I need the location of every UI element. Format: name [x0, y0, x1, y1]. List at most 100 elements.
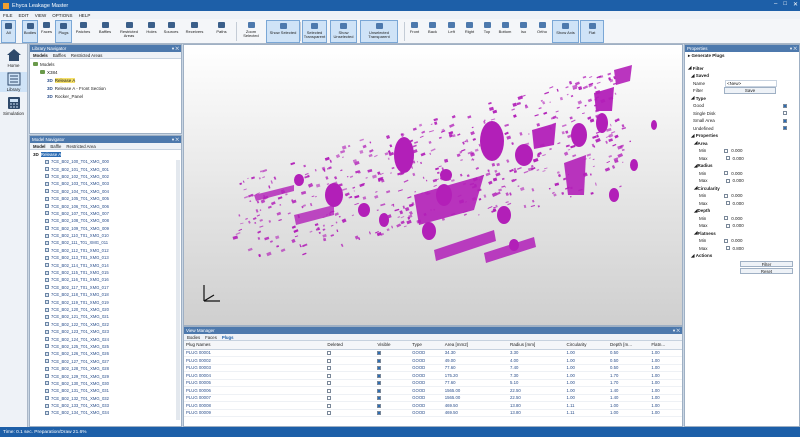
plug-fragment[interactable]: [532, 157, 539, 163]
plug-fragment[interactable]: [348, 196, 352, 199]
table-row[interactable]: PLUG 00008 GOOD 469.50 13.80 1.11 1.00 1.00: [184, 401, 682, 410]
plug-fragment[interactable]: [606, 160, 611, 164]
plug-shape[interactable]: [509, 239, 519, 251]
plug-fragment[interactable]: [513, 114, 517, 118]
plug-fragment[interactable]: [496, 162, 500, 167]
plug-fragment[interactable]: [556, 88, 559, 92]
plug-fragment[interactable]: [276, 211, 282, 216]
plug-fragment[interactable]: [251, 176, 255, 180]
plug-fragment[interactable]: [277, 196, 283, 200]
all-button[interactable]: All: [1, 20, 16, 43]
plug-fragment[interactable]: [436, 171, 440, 175]
menu-file[interactable]: FILE: [3, 13, 13, 18]
max-value[interactable]: 0.000: [733, 178, 744, 183]
plug-fragment[interactable]: [409, 210, 413, 216]
plug-fragment[interactable]: [238, 228, 243, 232]
bottom-button[interactable]: Bottom: [496, 20, 514, 43]
type-checkbox[interactable]: [783, 103, 787, 108]
plug-shape[interactable]: [515, 144, 533, 166]
model-tree-item[interactable]: 7CE_B02_126_T01_XMG_026: [30, 350, 181, 357]
plug-fragment[interactable]: [280, 248, 286, 253]
table-cell[interactable]: [375, 386, 411, 395]
plug-fragment[interactable]: [509, 168, 514, 173]
plug-fragment[interactable]: [373, 154, 378, 158]
plug-fragment[interactable]: [530, 204, 536, 208]
min-checkbox[interactable]: [724, 171, 729, 176]
saved-section[interactable]: ◢ Saved: [685, 72, 799, 80]
plugs-button[interactable]: Plugs: [55, 20, 72, 43]
plug-fragment[interactable]: [385, 190, 391, 194]
plug-fragment[interactable]: [542, 170, 546, 172]
visible-checkbox[interactable]: [377, 396, 382, 401]
tab-restricted-area[interactable]: Restricted Area: [66, 144, 95, 149]
plug-fragment[interactable]: [549, 147, 552, 151]
plug-fragment[interactable]: [266, 251, 272, 257]
table-cell[interactable]: [325, 401, 376, 410]
plug-fragment[interactable]: [451, 115, 456, 119]
model-tree-item[interactable]: 7CE_B02_111_T01_XMG_011: [30, 239, 181, 246]
plug-fragment[interactable]: [519, 131, 523, 136]
plug-fragment[interactable]: [590, 192, 594, 195]
column-header[interactable]: Type: [410, 341, 443, 350]
filter-button[interactable]: Filter: [740, 260, 793, 267]
reset-button[interactable]: Reset: [740, 267, 793, 274]
plug-fragment[interactable]: [403, 179, 409, 183]
plug-fragment[interactable]: [372, 174, 377, 179]
plug-shape[interactable]: [594, 87, 614, 111]
plug-fragment[interactable]: [362, 196, 367, 200]
plug-fragment[interactable]: [389, 144, 393, 148]
plug-fragment[interactable]: [474, 148, 479, 152]
library-tree-item[interactable]: X384: [30, 68, 181, 76]
plug-fragment[interactable]: [338, 215, 341, 218]
plug-fragment[interactable]: [268, 185, 271, 189]
plug-fragment[interactable]: [314, 169, 317, 172]
plug-fragment[interactable]: [397, 216, 401, 219]
table-cell[interactable]: [375, 394, 411, 402]
plug-fragment[interactable]: [342, 156, 344, 158]
model-tree-item[interactable]: 7CE_B02_120_T01_XMG_020: [30, 306, 181, 313]
max-value[interactable]: 0.800: [733, 246, 744, 251]
property-group[interactable]: ◢ Flatness: [685, 230, 799, 238]
model-tree-item[interactable]: 7CE_B02_114_T01_XMG_014: [30, 261, 181, 268]
plug-fragment[interactable]: [248, 220, 251, 224]
sources-button[interactable]: Sources: [161, 20, 181, 43]
plug-fragment[interactable]: [617, 145, 623, 150]
plug-fragment[interactable]: [619, 185, 622, 188]
property-group[interactable]: ◢ Circularity: [685, 185, 799, 193]
plug-fragment[interactable]: [315, 183, 321, 188]
plug-shape[interactable]: [254, 185, 294, 201]
plug-fragment[interactable]: [537, 205, 540, 208]
plug-fragment[interactable]: [414, 191, 417, 193]
table-cell[interactable]: [375, 349, 411, 357]
plug-fragment[interactable]: [570, 144, 576, 149]
plug-fragment[interactable]: [467, 115, 472, 119]
min-checkbox[interactable]: [724, 148, 729, 153]
plug-shape[interactable]: [440, 169, 452, 181]
sidebar-simulation[interactable]: Simulation: [0, 96, 27, 116]
table-cell[interactable]: [325, 379, 376, 387]
plug-fragment[interactable]: [294, 235, 299, 238]
model-tree-item[interactable]: 7CE_B02_132_T01_XMG_032: [30, 395, 181, 402]
plug-fragment[interactable]: [330, 224, 334, 227]
top-button[interactable]: Top: [479, 20, 495, 43]
plug-fragment[interactable]: [419, 135, 424, 138]
visible-checkbox[interactable]: [377, 351, 382, 356]
plug-fragment[interactable]: [577, 100, 583, 105]
plug-fragment[interactable]: [268, 220, 272, 223]
plug-fragment[interactable]: [267, 205, 272, 209]
back-button[interactable]: Back: [424, 20, 441, 43]
plug-fragment[interactable]: [548, 187, 551, 190]
plug-fragment[interactable]: [452, 134, 456, 138]
plug-fragment[interactable]: [478, 197, 482, 201]
column-header[interactable]: Plug Names: [184, 341, 326, 350]
deleted-checkbox[interactable]: [327, 358, 332, 363]
plug-fragment[interactable]: [279, 203, 282, 206]
plug-fragment[interactable]: [260, 199, 266, 204]
model-tree-item[interactable]: 7CE_B02_112_T01_XMG_012: [30, 247, 181, 254]
plug-fragment[interactable]: [596, 81, 601, 84]
plug-fragment[interactable]: [243, 188, 247, 191]
plug-fragment[interactable]: [566, 93, 569, 96]
plug-fragment[interactable]: [421, 130, 426, 134]
plug-shape[interactable]: [571, 123, 587, 147]
plug-fragment[interactable]: [520, 94, 526, 98]
